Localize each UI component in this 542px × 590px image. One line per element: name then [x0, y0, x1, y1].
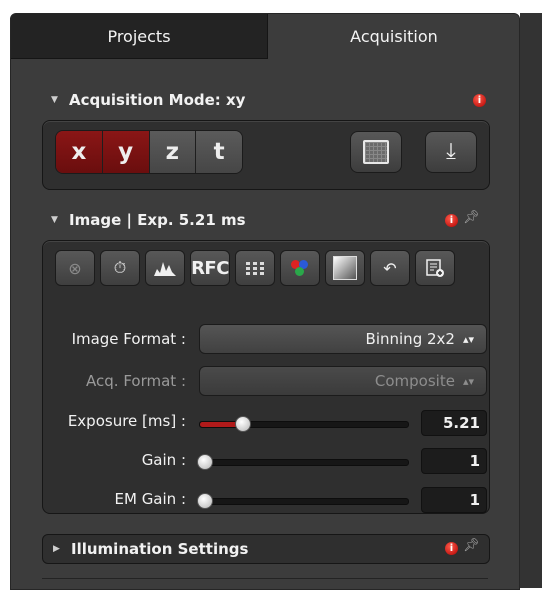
tab-acquisition[interactable]: Acquisition: [268, 14, 519, 59]
em-gain-slider-thumb[interactable]: [197, 493, 213, 509]
updown-arrows-icon: ▴▾: [462, 374, 474, 388]
gain-slider[interactable]: [197, 454, 409, 470]
download-icon: ⤓: [446, 139, 456, 164]
illumination-settings-header[interactable]: ▶ Illumination Settings: [42, 534, 490, 564]
color-channels-button[interactable]: [280, 250, 320, 286]
em-gain-slider[interactable]: [197, 493, 409, 509]
no-entry-icon: ⊗: [68, 258, 82, 278]
axis-selector: x y z t: [55, 130, 243, 174]
axis-y-button[interactable]: y: [102, 131, 150, 173]
gain-value[interactable]: 1: [421, 448, 487, 474]
grid-icon: [363, 140, 389, 164]
pin-icon[interactable]: 📌︎: [463, 538, 480, 553]
pin-icon[interactable]: 📌︎: [463, 210, 480, 225]
image-format-select[interactable]: Binning 2x2 ▴▾: [199, 324, 487, 354]
acquisition-mode-panel: x y z t ⤓: [42, 120, 490, 190]
grid-icon: [246, 262, 264, 275]
grid-button[interactable]: [350, 131, 402, 173]
list-add-icon: [426, 259, 444, 277]
collapse-triangle-icon[interactable]: ▼: [51, 215, 69, 225]
exposure-slider-thumb[interactable]: [235, 416, 251, 432]
em-gain-value[interactable]: 1: [421, 487, 487, 513]
no-entry-button[interactable]: ⊗: [55, 250, 95, 286]
axis-t-button[interactable]: t: [196, 131, 242, 173]
exposure-slider[interactable]: [199, 416, 409, 432]
acquisition-mode-title: Acquisition Mode: xy: [69, 91, 246, 109]
image-panel: ⊗ ⏱ RFC ↶ Image Format: Binning 2x2 ▴▾ …: [42, 240, 490, 514]
timer-icon: ⏱: [113, 258, 127, 277]
image-format-label: Image Format :: [71, 330, 186, 348]
list-add-button[interactable]: [415, 250, 455, 286]
timer-button[interactable]: ⏱: [100, 250, 140, 286]
gradient-button[interactable]: [325, 250, 365, 286]
expand-triangle-icon[interactable]: ▶: [53, 544, 71, 554]
grid-layout-button[interactable]: [235, 250, 275, 286]
exposure-value[interactable]: 5.21: [421, 410, 487, 436]
axis-z-button[interactable]: z: [149, 131, 197, 173]
acq-format-value: Composite: [374, 372, 455, 390]
updown-arrows-icon: ▴▾: [462, 332, 474, 346]
image-header[interactable]: ▼ Image | Exp. 5.21 ms: [51, 207, 246, 233]
undo-button[interactable]: ↶: [370, 250, 410, 286]
image-title: Image | Exp. 5.21 ms: [69, 211, 246, 229]
scrollbar-track[interactable]: [520, 13, 542, 588]
tab-bar: Projects Acquisition: [11, 14, 519, 59]
image-toolbar: ⊗ ⏱ RFC ↶: [55, 250, 455, 286]
collapse-triangle-icon[interactable]: ▼: [51, 95, 69, 105]
info-icon[interactable]: i: [445, 214, 458, 227]
info-icon[interactable]: i: [445, 542, 458, 555]
color-channels-icon: [291, 260, 309, 276]
acq-format-select[interactable]: Composite ▴▾: [199, 366, 487, 396]
acquisition-panel: Projects Acquisition ▼ Acquisition Mode:…: [10, 13, 520, 590]
gain-slider-thumb[interactable]: [197, 454, 213, 470]
acquisition-mode-header[interactable]: ▼ Acquisition Mode: xy: [51, 87, 245, 113]
exposure-label: Exposure [ms] :: [67, 412, 186, 430]
em-gain-label: EM Gain :: [114, 490, 187, 508]
gradient-icon: [333, 256, 357, 280]
tab-projects[interactable]: Projects: [11, 14, 268, 59]
undo-icon: ↶: [383, 258, 397, 278]
divider: [42, 578, 488, 579]
rfc-button[interactable]: RFC: [190, 250, 230, 286]
histogram-icon: [154, 262, 176, 276]
histogram-button[interactable]: [145, 250, 185, 286]
image-format-value: Binning 2x2: [365, 330, 455, 348]
info-icon[interactable]: i: [473, 94, 486, 107]
acq-format-label: Acq. Format :: [86, 372, 186, 390]
illumination-title: Illumination Settings: [71, 540, 249, 558]
download-button[interactable]: ⤓: [425, 131, 477, 173]
axis-x-button[interactable]: x: [56, 131, 103, 173]
gain-label: Gain :: [141, 451, 186, 469]
